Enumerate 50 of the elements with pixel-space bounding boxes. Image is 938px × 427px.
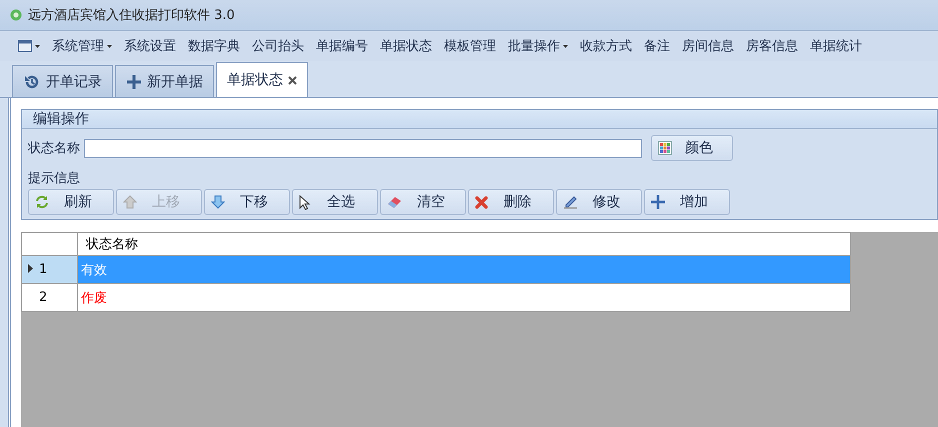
close-icon[interactable]	[288, 76, 297, 84]
toolbar-button[interactable]: 全选	[292, 189, 378, 215]
delete-icon	[475, 196, 488, 208]
menu-item[interactable]: 数据字典	[182, 37, 246, 55]
caret-icon	[563, 44, 568, 48]
pencil-icon	[563, 195, 578, 209]
toolbar-button[interactable]: 清空	[380, 189, 466, 215]
menu-item[interactable]: 模板管理	[438, 37, 502, 55]
toolbar-button[interactable]: 刷新	[28, 189, 114, 215]
row-number: 1	[22, 256, 78, 284]
eraser-icon	[387, 196, 403, 208]
menu-item[interactable]: 系统管理	[46, 37, 118, 55]
table-cell[interactable]: 作废	[78, 284, 850, 312]
down-arrow-icon	[211, 195, 225, 209]
plus-icon	[126, 74, 142, 90]
cursor-icon	[299, 194, 311, 210]
refresh-icon	[35, 195, 49, 209]
input-field[interactable]	[84, 138, 642, 158]
caret-icon	[107, 44, 112, 48]
toolbar-button[interactable]: 下移	[204, 189, 290, 215]
row-pointer-icon	[28, 264, 33, 273]
menu-item[interactable]: 收款方式	[574, 37, 638, 55]
menu-item[interactable]: 备注	[638, 37, 676, 55]
menu-item[interactable]: 批量操作	[502, 37, 574, 55]
caret-icon	[35, 44, 40, 48]
menu-item[interactable]: 房间信息	[676, 37, 740, 55]
group-title: 编辑操作	[33, 110, 89, 128]
menu-item[interactable]: 单据编号	[310, 37, 374, 55]
color-button[interactable]: 颜色	[651, 135, 733, 161]
menu-item[interactable]: 房客信息	[740, 37, 804, 55]
window-icon	[18, 40, 32, 52]
hint-label: 提示信息	[28, 171, 80, 186]
toolbar-button[interactable]: 增加	[644, 189, 730, 215]
menu-item[interactable]: 系统设置	[118, 37, 182, 55]
tab[interactable]: 开单记录	[12, 65, 113, 97]
toolbar-button[interactable]: 删除	[468, 189, 554, 215]
tab[interactable]: 新开单据	[115, 65, 214, 97]
menu-item[interactable]: 单据状态	[374, 37, 438, 55]
field-label: 状态名称	[28, 140, 80, 157]
row-number: 2	[22, 284, 78, 312]
up-arrow-icon	[123, 195, 137, 209]
column-header: 状态名称	[78, 232, 850, 256]
menu-item[interactable]: 单据统计	[804, 37, 868, 55]
app-icon	[10, 9, 22, 21]
plus-icon	[651, 195, 665, 209]
palette-icon	[658, 141, 672, 155]
toolbar-button[interactable]: 修改	[556, 189, 642, 215]
tab[interactable]: 单据状态	[216, 62, 308, 97]
menu-item[interactable]: 公司抬头	[246, 37, 310, 55]
window-title: 远方酒店宾馆入住收据打印软件 3.0	[28, 7, 235, 24]
